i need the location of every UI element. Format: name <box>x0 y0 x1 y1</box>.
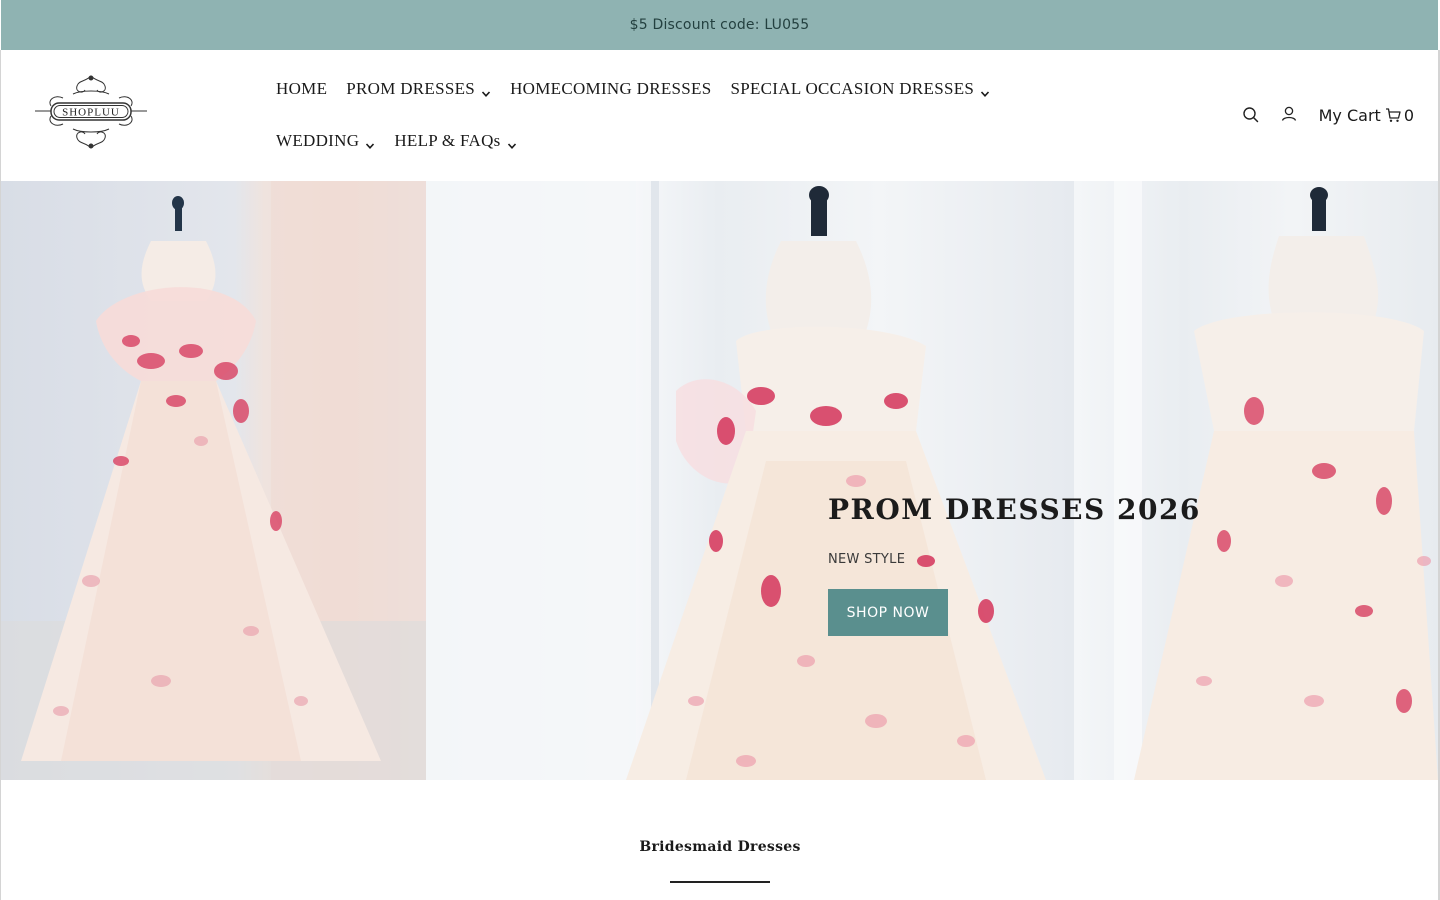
cart-count: 0 <box>1403 105 1414 125</box>
header-tools: My Cart 0 <box>1241 105 1414 125</box>
logo-emblem: SHOPLUU <box>35 75 147 149</box>
hero-image-center <box>426 181 1074 780</box>
site-logo[interactable]: SHOPLUU <box>33 72 149 152</box>
nav-item-label: HOMECOMING DRESSES <box>510 79 712 98</box>
search-icon[interactable] <box>1241 105 1261 125</box>
announcement-text: $5 Discount code: LU055 <box>629 17 810 33</box>
hero-title: PROM DRESSES 2026 <box>828 493 1201 526</box>
hero-caption: PROM DRESSES 2026 NEW STYLE SHOP NOW <box>828 493 1201 636</box>
nav-item-homecoming-dresses[interactable]: HOMECOMING DRESSES <box>510 79 711 99</box>
main-nav: HOME PROM DRESSES HOMECOMING DRESSES SPECIA… <box>276 77 996 153</box>
section-title: Bridesmaid Dresses <box>639 839 801 855</box>
user-icon[interactable] <box>1279 105 1299 125</box>
nav-item-label: HELP & FAQs <box>394 131 501 150</box>
hero-banner[interactable]: PROM DRESSES 2026 NEW STYLE SHOP NOW <box>1 181 1438 780</box>
nav-item-label: WEDDING <box>276 131 360 150</box>
hero-subtitle: NEW STYLE <box>828 552 906 567</box>
cart-link[interactable]: My Cart 0 <box>1319 106 1414 125</box>
nav-row-primary: HOME PROM DRESSES HOMECOMING DRESSES SPECIA… <box>276 77 996 101</box>
hero-image-right <box>1074 181 1438 780</box>
cart-label: My Cart <box>1318 105 1381 125</box>
site-header: SHOPLUU HOME PROM DRESSES HOMECOMING DRESS… <box>1 50 1438 181</box>
hero-image-left <box>1 181 426 780</box>
nav-item-home[interactable]: HOME <box>276 79 327 99</box>
nav-row-secondary: WEDDING HELP & FAQs <box>276 129 996 153</box>
chevron-down-icon <box>365 136 375 149</box>
announcement-bar: $5 Discount code: LU055 <box>1 0 1438 50</box>
nav-item-label: HOME <box>276 79 328 98</box>
nav-item-label: SPECIAL OCCASION DRESSES <box>730 79 975 98</box>
chevron-down-icon <box>507 136 517 149</box>
nav-item-wedding[interactable]: WEDDING <box>276 131 375 151</box>
nav-item-help-and-faqs[interactable]: HELP & FAQs <box>394 131 516 151</box>
section-divider <box>670 881 770 883</box>
cart-icon <box>1385 107 1401 123</box>
shop-now-button[interactable]: SHOP NOW <box>828 589 948 636</box>
nav-item-special-occasion-dresses[interactable]: SPECIAL OCCASION DRESSES <box>730 79 990 99</box>
nav-item-prom-dresses[interactable]: PROM DRESSES <box>346 79 491 99</box>
chevron-down-icon <box>481 84 491 97</box>
logo-text: SHOPLUU <box>62 107 120 119</box>
nav-item-label: PROM DRESSES <box>346 79 476 98</box>
chevron-down-icon <box>980 84 990 97</box>
